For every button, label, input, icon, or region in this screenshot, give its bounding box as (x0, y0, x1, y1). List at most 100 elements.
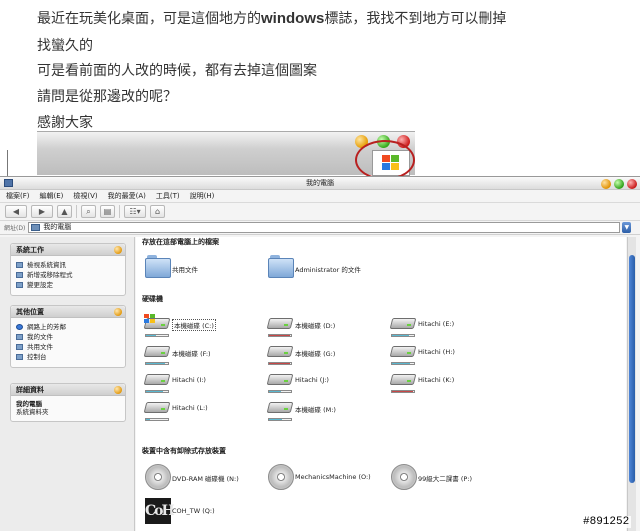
drive-label: Hitachi (L:) (172, 404, 208, 412)
menu-view[interactable]: 檢視(V) (73, 191, 97, 201)
task-add-remove-programs[interactable]: 新增或移除程式 (11, 270, 125, 280)
views-button[interactable]: ☷▾ (124, 205, 146, 218)
drive-item[interactable]: Hitachi (L:) (142, 397, 262, 425)
folders-icon: ▤ (103, 207, 112, 216)
post-line-latin: windows (261, 10, 325, 27)
removable-item[interactable]: 99級大二課書 (P:) (388, 464, 508, 492)
drive-item[interactable]: 本機磁碟 (G:) (265, 341, 385, 369)
hard-drive-icon (389, 316, 417, 330)
address-bar: 網址(D) 我的電腦 ▼ (0, 221, 640, 235)
content-pane: 存放在這部電腦上的檔案 共用文件 Administrator 的文件 硬碟機 本… (136, 237, 626, 531)
back-button[interactable]: ◀ (5, 205, 27, 218)
screenshot-crop (37, 131, 415, 180)
scrollbar-thumb[interactable] (629, 255, 635, 483)
panel-header[interactable]: 詳細資料 (11, 384, 125, 396)
place-my-documents[interactable]: 我的文件 (11, 332, 125, 342)
vertical-scrollbar[interactable] (627, 237, 636, 531)
panel-header[interactable]: 其他位置 (11, 306, 125, 318)
up-button[interactable]: ▲ (57, 205, 72, 218)
drive-item[interactable]: 本機磁碟 (D:) (265, 313, 385, 341)
window-body: 系統工作 檢視系統資訊 新增或移除程式 變更設定 其他位置 網路上的芳鄰 我的文… (0, 237, 640, 531)
drive-usage-bar (391, 334, 415, 337)
place-shared-documents[interactable]: 共用文件 (11, 342, 125, 352)
drive-item[interactable]: Hitachi (I:) (142, 369, 262, 397)
drive-item[interactable]: 本機磁碟 (F:) (142, 341, 262, 369)
task-change-settings[interactable]: 變更設定 (11, 280, 125, 290)
minimize-button[interactable] (601, 179, 611, 189)
system-tasks-panel: 系統工作 檢視系統資訊 新增或移除程式 變更設定 (10, 243, 126, 296)
menu-bar: 檔案(F) 編輯(E) 檢視(V) 我的最愛(A) 工具(T) 說明(H) (0, 190, 640, 203)
programs-icon (16, 272, 23, 278)
folders-button[interactable]: ▤ (100, 205, 115, 218)
search-button[interactable]: ⌕ (81, 205, 96, 218)
menu-tools[interactable]: 工具(T) (156, 191, 180, 201)
panel-title: 詳細資料 (16, 386, 44, 394)
search-icon: ⌕ (86, 207, 91, 216)
folder-item[interactable]: Administrator 的文件 (265, 255, 385, 283)
removable-label: MechanicsMachine (O:) (295, 473, 371, 481)
windows-logo-icon (144, 314, 155, 324)
drive-label: Hitachi (J:) (295, 376, 329, 384)
drive-item[interactable]: Hitachi (E:) (388, 313, 508, 341)
drive-usage-bar (268, 418, 292, 421)
collapse-icon[interactable] (114, 386, 122, 394)
drive-item[interactable]: 本機磁碟 (C:) (142, 313, 262, 341)
drive-usage-fill (269, 391, 282, 392)
folder-item[interactable]: 共用文件 (142, 255, 262, 283)
drive-usage-fill (392, 335, 409, 336)
folder-label: 共用文件 (172, 266, 198, 274)
drive-usage-fill (146, 419, 151, 420)
folder-label: Administrator 的文件 (295, 266, 361, 274)
menu-edit[interactable]: 編輯(E) (40, 191, 64, 201)
forward-button[interactable]: ▶ (31, 205, 53, 218)
task-pane: 系統工作 檢視系統資訊 新增或移除程式 變更設定 其他位置 網路上的芳鄰 我的文… (0, 237, 135, 531)
menu-favorites[interactable]: 我的最愛(A) (108, 191, 146, 201)
menu-help[interactable]: 說明(H) (190, 191, 215, 201)
drive-item[interactable]: Hitachi (K:) (388, 369, 508, 397)
collapse-icon[interactable] (114, 308, 122, 316)
hard-drive-icon (389, 372, 417, 386)
address-label: 網址(D) (4, 225, 26, 232)
home-icon: ⌂ (154, 207, 161, 216)
post-line-text: 標誌，我找不到地方可以刪掉 (324, 11, 507, 27)
title-bar[interactable]: 我的電腦 (0, 177, 640, 190)
chevron-down-icon: ▼ (624, 224, 630, 231)
removable-item[interactable]: DVD-RAM 磁碟機 (N:) (142, 464, 262, 492)
cd-icon (145, 464, 171, 490)
drive-label: Hitachi (E:) (418, 320, 455, 328)
removable-item[interactable]: CoH COH_TW (Q:) (142, 498, 262, 526)
panel-header[interactable]: 系統工作 (11, 244, 125, 256)
place-control-panel[interactable]: 控制台 (11, 352, 125, 362)
highlight-circle (355, 140, 415, 180)
drive-usage-fill (146, 335, 156, 336)
maximize-button[interactable] (614, 179, 624, 189)
task-view-system-info[interactable]: 檢視系統資訊 (11, 260, 125, 270)
drive-item[interactable]: Hitachi (J:) (265, 369, 385, 397)
hard-drive-icon (143, 344, 171, 358)
details-panel: 詳細資料 我的電腦 系統資料夾 (10, 383, 126, 422)
place-network[interactable]: 網路上的芳鄰 (11, 322, 125, 332)
drive-usage-fill (392, 363, 410, 364)
drive-usage-fill (269, 335, 290, 336)
drive-usage-bar (268, 362, 292, 365)
control-panel-icon (16, 354, 23, 360)
hard-drive-icon (266, 372, 294, 386)
hard-drive-icon (143, 372, 171, 386)
home-button[interactable]: ⌂ (150, 205, 165, 218)
close-button[interactable] (627, 179, 637, 189)
drive-item[interactable]: 本機磁碟 (M:) (265, 397, 385, 425)
hard-drive-icon (143, 314, 171, 330)
cd-icon (268, 464, 294, 490)
drive-usage-bar (268, 334, 292, 337)
shared-folder-icon (16, 344, 23, 350)
drive-label: 本機磁碟 (D:) (295, 322, 336, 330)
address-input[interactable]: 我的電腦 (28, 222, 621, 233)
address-dropdown-button[interactable]: ▼ (622, 222, 632, 233)
address-value: 我的電腦 (43, 223, 72, 231)
removable-item[interactable]: MechanicsMachine (O:) (265, 464, 385, 492)
collapse-icon[interactable] (114, 246, 122, 254)
drive-item[interactable]: Hitachi (H:) (388, 341, 508, 369)
menu-file[interactable]: 檔案(F) (6, 191, 30, 201)
cd-icon (391, 464, 417, 490)
post-line-text: 最近在玩美化桌面，可是這個地方的 (37, 11, 261, 27)
